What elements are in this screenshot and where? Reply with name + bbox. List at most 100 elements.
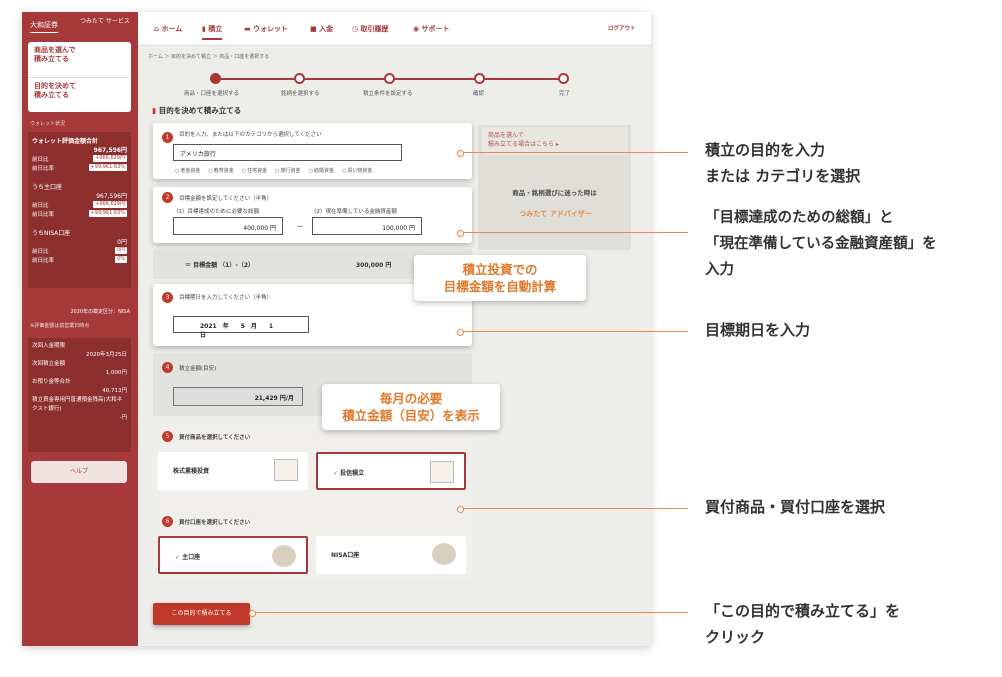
certificate-icon (274, 459, 298, 481)
nav-home-label: ホーム (161, 25, 183, 33)
wallet-summary: ウォレット評価金額合計 967,596円 前日比 +966,629円 前日比率 +9… (28, 132, 131, 288)
annotation-line (457, 150, 688, 157)
nav-support[interactable]: ◉ サポート (413, 24, 450, 34)
dayrate-label: 前日比率 (32, 211, 55, 218)
monthly-amount-title: 積立金額(目安) (179, 366, 217, 372)
nav-deposit-label: 入金 (319, 25, 334, 33)
category-radio[interactable]: 教育資金 (208, 168, 233, 174)
account-option-nisa[interactable]: NISA口座 (316, 536, 466, 574)
service-logo: つみたて サービス (80, 18, 130, 25)
next-amount-value: 1,000円 (105, 370, 127, 376)
nisa-note: 2020年の勘定区分：NISA (70, 309, 130, 315)
step-number-4: 4 (162, 362, 173, 373)
nisa-account-value: 0円 (117, 239, 127, 246)
monthly-amount-display: 21,429 円/月 (173, 387, 303, 406)
next-deadline-value: 2020年3月25日 (86, 352, 127, 358)
step-dot-2 (294, 73, 305, 84)
annotation-line (249, 610, 688, 617)
minus-sign: － (296, 222, 304, 231)
company-logo: 大和証券 (30, 20, 58, 33)
goal-amount-title: 目標金額を設定してください（半角） (179, 196, 273, 202)
goal-amount-label: ＝ 目標金額 （1）-（2） (185, 262, 255, 269)
advisor-link[interactable]: つみたて アドバイザー (508, 203, 603, 225)
step-label-1: 商品・口座を選択する (184, 91, 240, 97)
product-option-fund[interactable]: ✓ 投信積立 (316, 452, 466, 490)
annotation-line (457, 329, 688, 336)
logout-link[interactable]: ログアウト (608, 24, 636, 32)
category-radios: 老後資金 教育資金 住宅資金 旅行資金 結婚資金 買い物資金 (175, 167, 380, 174)
account-option-main[interactable]: ✓ 主口座 (158, 536, 308, 574)
current-assets-input[interactable]: 100,000 円 (312, 217, 422, 235)
main-account-label: うち主口座 (32, 184, 63, 191)
valuation-note: ※評価金額は前営業日時点 (30, 323, 90, 329)
current-assets-label: （2）現在準備している金融資産額 (311, 209, 397, 215)
advisor-prompt: 商品・銘柄選びに迷った時は (512, 189, 597, 197)
step-dot-1 (210, 73, 221, 84)
balance-label: 積立資金専用円普通預金残高(大和ネクスト銀行) (32, 397, 123, 412)
nav-home[interactable]: ⌂ ホーム (154, 24, 182, 34)
nisa-day-value: 0円 (114, 247, 127, 254)
nav-wallet[interactable]: ▬ ウォレット (244, 24, 288, 34)
product-option-stock[interactable]: 株式累積投資 (158, 452, 308, 490)
main-account-value: 967,596円 (96, 193, 127, 200)
side-menu-select-product[interactable]: 商品を選んで 積み立てる (34, 46, 76, 64)
wallet-total-label: ウォレット評価金額合計 (32, 138, 99, 145)
deposit-summary: 次回入金期限 2020年3月25日 次回積立金額 1,000円 お預り金等合計 … (28, 338, 131, 452)
nisa-account-label: うちNISA口座 (32, 230, 71, 237)
nav-tsumitate-label: 積立 (208, 25, 223, 33)
account-option-label: NISA口座 (331, 552, 360, 559)
balance-value: -円 (119, 415, 128, 421)
main-day-value: +966,629円 (93, 201, 127, 208)
select-product-link[interactable]: 商品を選んで 積み立てる場合はこちら ▸ (482, 127, 627, 155)
purchase-section: 5 買付商品を選択してください 株式累積投資 ✓ 投信積立 6 買付口座を選択し… (153, 424, 472, 582)
submit-button[interactable]: この目的で積み立てる (153, 603, 250, 625)
chart-icon: ▮ (152, 106, 159, 115)
wallet-total-value: 967,596円 (93, 147, 127, 154)
category-radio[interactable]: 旅行資金 (275, 168, 300, 174)
page-title-text: 目的を決めて積み立てる (158, 106, 242, 115)
page-title: ▮ 目的を決めて積み立てる (152, 105, 241, 116)
step-dot-4 (474, 73, 485, 84)
category-radio[interactable]: 老後資金 (175, 168, 200, 174)
main-rate-value: +99,961.63% (88, 210, 127, 217)
wallet-status-label: ウォレット状況 (30, 121, 66, 127)
day-label: 前日比 (32, 156, 49, 163)
account-title: 買付口座を選択してください (179, 520, 251, 526)
step-label-3: 積立条件を設定する (363, 91, 413, 97)
total-needed-input[interactable]: 400,000 円 (173, 217, 283, 235)
step-dot-3 (384, 73, 395, 84)
product-option-label: 株式累積投資 (173, 468, 210, 475)
dayrate-label: 前日比率 (32, 257, 55, 264)
due-date-title: 目標期日を入力してください（半角） (179, 295, 273, 301)
folder-chart-icon (430, 461, 454, 483)
category-radio[interactable]: 住宅資金 (242, 168, 267, 174)
purpose-input[interactable]: アメリカ旅行 (173, 144, 402, 161)
progress-steps: 商品・口座を選択する 銘柄を選択する 積立条件を設定する 確認 完了 (182, 70, 582, 100)
category-radio[interactable]: 買い物資金 (342, 168, 372, 174)
dayrate-label: 前日比率 (32, 165, 55, 172)
nav-history[interactable]: ◷ 取引履歴 (352, 24, 389, 34)
coins-icon (272, 545, 296, 567)
breadcrumb: ホーム ＞ 目的を決めて積立 ＞ 商品・口座を選択する (148, 54, 270, 60)
nav-deposit[interactable]: ■ 入金 (310, 24, 333, 34)
due-date-input[interactable]: 2021 年 5 月 1 日 (173, 316, 309, 339)
day-label: 前日比 (32, 202, 49, 209)
nav-tsumitate[interactable]: ▮ 積立 (202, 24, 223, 40)
goal-amount-card: 2 目標金額を設定してください（半角） （1）目標達成のために必要な総額 （2）… (153, 187, 472, 243)
side-menu-set-goal[interactable]: 目的を決めて 積み立てる (34, 82, 76, 100)
side-menu: 商品を選んで 積み立てる 目的を決めて 積み立てる (28, 42, 131, 112)
product-option-text: 投信積立 (340, 470, 365, 477)
nav-support-label: サポート (421, 25, 450, 33)
step-number-5: 5 (162, 431, 173, 442)
callout-auto-calc: 積立投資での 目標金額を自動計算 (414, 255, 586, 301)
step-label-2: 銘柄を選択する (281, 91, 320, 97)
nisa-coins-icon (432, 543, 456, 565)
category-radio[interactable]: 結婚資金 (309, 168, 334, 174)
next-amount-label: 次回積立金額 (32, 361, 66, 367)
sidebar: 大和証券 つみたて サービス 商品を選んで 積み立てる 目的を決めて 積み立てる… (22, 12, 138, 646)
nav-wallet-label: ウォレット (253, 25, 289, 33)
goal-amount-value: 300,000 円 (356, 262, 392, 269)
callout-monthly: 毎月の必要 積立金額（目安）を表示 (322, 384, 500, 430)
help-button[interactable]: ヘルプ (31, 461, 127, 483)
deposit-label: お預り金等合計 (32, 379, 71, 385)
